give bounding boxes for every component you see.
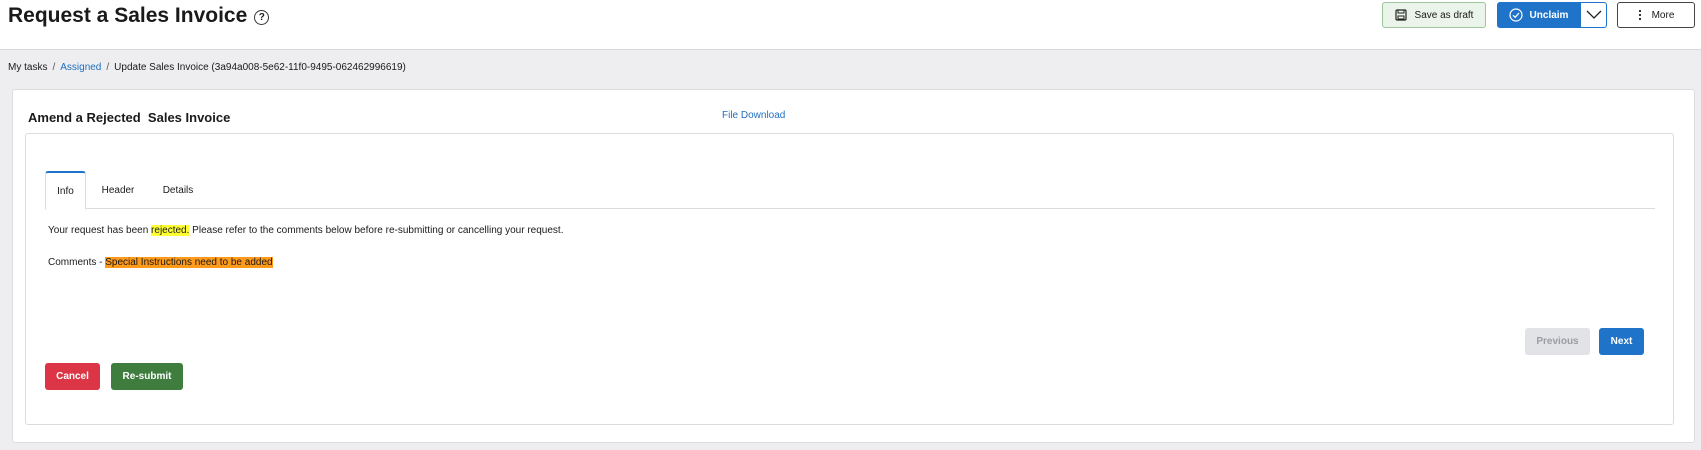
- breadcrumb-my-tasks[interactable]: My tasks: [8, 62, 47, 73]
- vertical-ellipsis-icon: [1638, 9, 1641, 21]
- rejection-message: Your request has been rejected. Please r…: [48, 225, 563, 236]
- page-title-text: Request a Sales Invoice: [8, 4, 248, 27]
- breadcrumb-separator: /: [106, 62, 110, 73]
- question-circle-icon[interactable]: ?: [254, 10, 270, 25]
- next-button[interactable]: Next: [1599, 328, 1644, 355]
- unclaim-dropdown-button[interactable]: [1580, 2, 1607, 28]
- more-label: More: [1651, 9, 1675, 21]
- save-as-draft-button[interactable]: Save as draft: [1382, 2, 1486, 28]
- check-circle-icon: [1508, 8, 1523, 22]
- tab-info[interactable]: Info: [45, 171, 86, 210]
- page-title: Request a Sales Invoice ?: [8, 4, 270, 28]
- tab-details[interactable]: Details: [155, 171, 201, 209]
- breadcrumb-current: Update Sales Invoice (3a94a008-5e62-11f0…: [114, 62, 406, 73]
- file-download-link[interactable]: File Download: [722, 110, 785, 121]
- floppy-disk-icon: [1394, 9, 1407, 21]
- comments-value: Special Instructions need to be added: [105, 257, 273, 268]
- comments-line: Comments - Special Instructions need to …: [48, 257, 273, 268]
- chevron-down-icon: [1586, 10, 1601, 19]
- breadcrumb: My tasks / Assigned / Update Sales Invoi…: [8, 62, 406, 73]
- section-title: Amend a Rejected Sales Invoice: [28, 110, 231, 125]
- breadcrumb-separator: /: [52, 62, 56, 73]
- rejected-highlight: rejected.: [151, 225, 190, 236]
- unclaim-button[interactable]: Unclaim: [1497, 2, 1580, 28]
- more-button[interactable]: More: [1617, 2, 1695, 28]
- unclaim-label: Unclaim: [1529, 9, 1569, 21]
- tab-bar: Info Header Details: [45, 171, 1655, 210]
- top-bar: Request a Sales Invoice ? Save as draft …: [0, 0, 1701, 50]
- cancel-button[interactable]: Cancel: [45, 363, 100, 390]
- previous-button[interactable]: Previous: [1525, 328, 1590, 355]
- comments-label: Comments -: [48, 257, 106, 268]
- tab-header[interactable]: Header: [95, 171, 141, 209]
- rejection-message-suffix: Please refer to the comments below befor…: [189, 225, 564, 236]
- rejection-message-prefix: Your request has been: [48, 225, 152, 236]
- save-as-draft-label: Save as draft: [1414, 9, 1474, 21]
- resubmit-button[interactable]: Re-submit: [111, 363, 183, 390]
- breadcrumb-assigned[interactable]: Assigned: [60, 62, 101, 73]
